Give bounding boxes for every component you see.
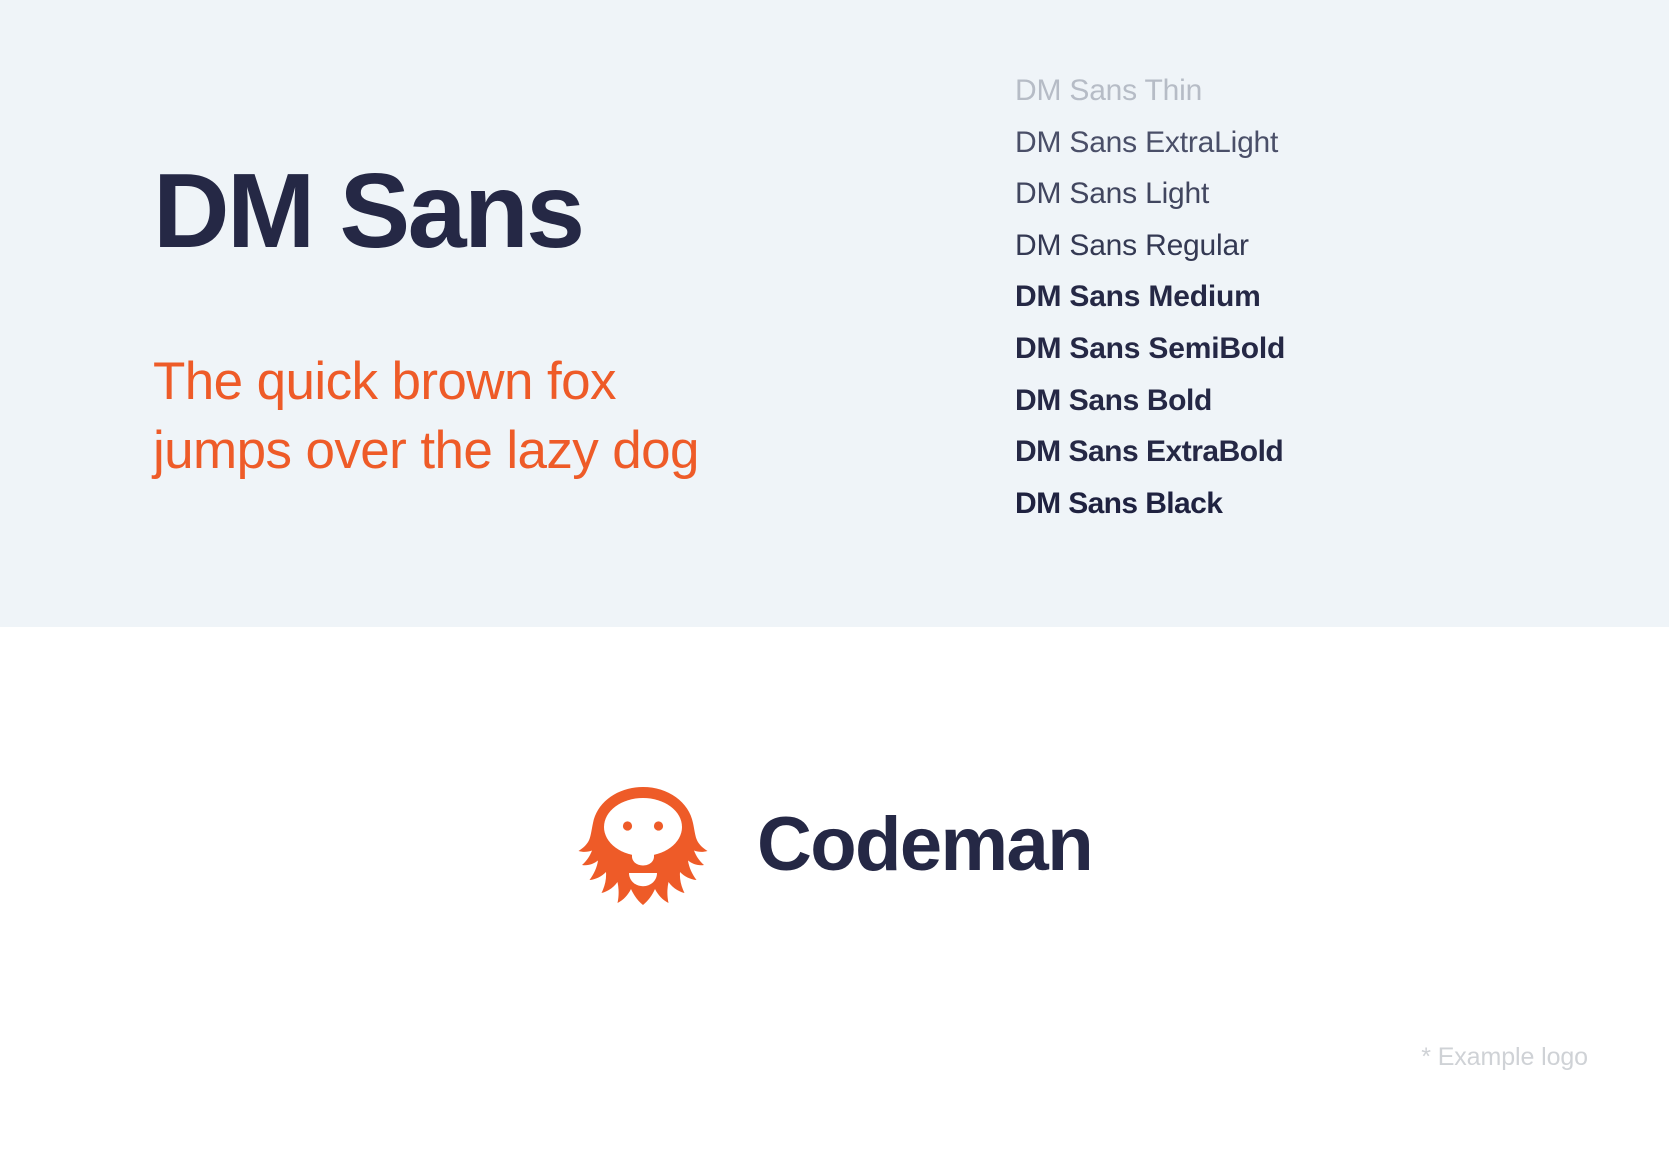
example-logo-footnote: * Example logo [1421, 1043, 1588, 1071]
font-weight-item: DM Sans Black [1015, 486, 1223, 520]
font-family-title: DM Sans [153, 152, 585, 270]
font-weight-item: DM Sans SemiBold [1015, 331, 1286, 365]
specimen-weights-column: DM Sans Thin DM Sans ExtraLight DM Sans Li… [1010, 0, 1669, 627]
font-weight-item: DM Sans Regular [1015, 228, 1249, 262]
specimen-preview-column: DM Sans The quick brown fox jumps over t… [0, 0, 1010, 627]
logo-wordmark: Codeman [756, 802, 1094, 887]
font-weight-item: DM Sans Medium [1015, 280, 1261, 314]
font-specimen-card: DM Sans The quick brown fox jumps over t… [0, 0, 1669, 1168]
font-weight-item: DM Sans Thin [1015, 74, 1203, 107]
font-weight-item: DM Sans ExtraBold [1015, 435, 1284, 469]
specimen-top-panel: DM Sans The quick brown fox jumps over t… [0, 0, 1669, 627]
font-weight-item: DM Sans Light [1015, 177, 1210, 211]
font-weight-item: DM Sans Bold [1015, 383, 1212, 417]
pangram-line-2: jumps over the lazy dog [153, 420, 700, 480]
font-weight-list: DM Sans Thin DM Sans ExtraLight DM Sans Li… [1015, 65, 1669, 529]
specimen-bottom-panel: Codeman * Example logo [0, 627, 1669, 1168]
logo-lockup: Codeman [0, 785, 1669, 905]
pangram-sample: The quick brown fox jumps over the lazy … [153, 348, 793, 486]
bearded-mascot-icon [578, 787, 708, 905]
pangram-line-1: The quick brown fox [153, 352, 616, 411]
font-weight-item: DM Sans ExtraLight [1015, 125, 1279, 159]
